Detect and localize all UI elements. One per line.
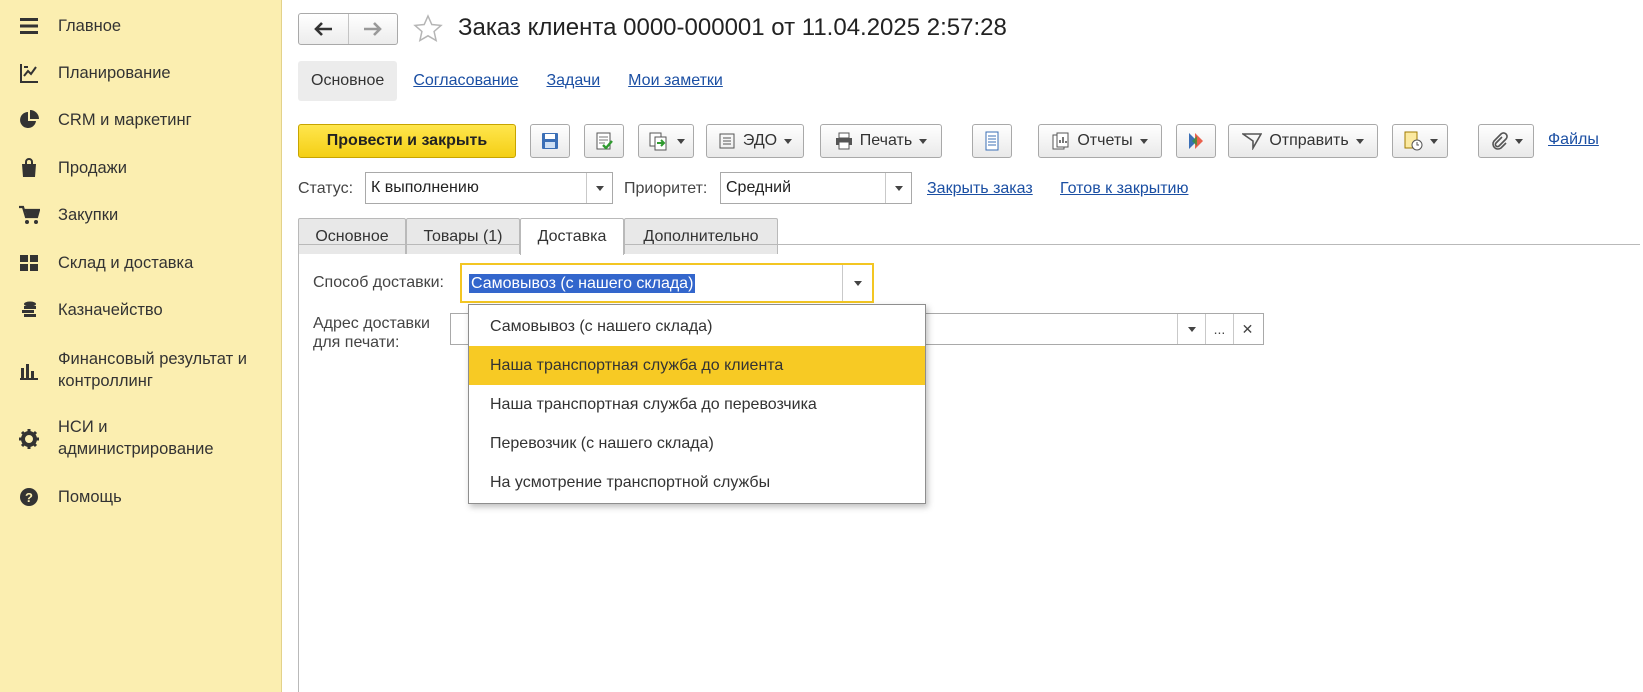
- delivery-method-value[interactable]: Самовывоз (с нашего склада): [469, 274, 696, 293]
- sidebar-item-label: Помощь: [58, 488, 122, 506]
- sidebar-item-label: НСИ и администрирование: [58, 418, 214, 458]
- history-nav: [298, 13, 398, 45]
- sidebar-item-warehouse[interactable]: Склад и доставка: [0, 251, 282, 275]
- sidebar-item-label: Главное: [58, 17, 122, 35]
- sidebar-item-main[interactable]: Главное: [0, 14, 282, 38]
- dropdown-arrow-icon[interactable]: [1177, 314, 1205, 344]
- favorite-star-icon[interactable]: [412, 13, 444, 50]
- chevron-down-icon: [1355, 138, 1364, 144]
- tab-tasks[interactable]: Задачи: [546, 72, 600, 90]
- planning-icon: [18, 62, 40, 84]
- tab-my-notes[interactable]: Мои заметки: [628, 72, 723, 90]
- delivery-method-label: Способ доставки:: [313, 274, 444, 291]
- arrow-left-icon: [314, 22, 333, 36]
- dropdown-option[interactable]: Самовывоз (с нашего склада): [469, 307, 925, 346]
- share-arrows-icon: [1189, 133, 1203, 149]
- pie-chart-icon: [18, 109, 40, 131]
- clear-icon[interactable]: ✕: [1233, 314, 1261, 344]
- priority-select[interactable]: Средний: [720, 172, 912, 204]
- dropdown-option[interactable]: На усмотрение транспортной службы: [469, 463, 925, 502]
- dropdown-option-highlighted[interactable]: Наша транспортная служба до клиента: [469, 346, 925, 385]
- paperclip-icon: [1491, 132, 1508, 150]
- warehouse-icon: [18, 252, 40, 274]
- sidebar-item-financial-result[interactable]: Финансовый результат и контроллинг: [0, 348, 282, 394]
- dropdown-arrow-icon[interactable]: [885, 173, 911, 203]
- status-label: Статус:: [298, 180, 354, 197]
- chevron-down-icon: [919, 138, 928, 144]
- chevron-down-icon: [784, 138, 793, 144]
- delivery-method-dropdown: Самовывоз (с нашего склада) Наша транспо…: [468, 304, 926, 504]
- attachments-menu-button[interactable]: [1392, 124, 1448, 158]
- document-list-icon: [985, 131, 999, 151]
- tab-approval[interactable]: Согласование: [413, 72, 518, 90]
- reports-icon: [1052, 132, 1069, 150]
- page-tabs: Основное Согласование Задачи Мои заметки: [298, 60, 751, 102]
- save-button[interactable]: [530, 124, 570, 158]
- svg-text:?: ?: [25, 490, 33, 505]
- sidebar-item-admin[interactable]: НСИ и администрирование: [0, 416, 282, 462]
- sidebar: Главное Планирование CRM и маркетинг Про…: [0, 0, 282, 692]
- post-document-icon: [596, 132, 613, 150]
- status-select[interactable]: К выполнению: [365, 172, 613, 204]
- help-icon: ?: [18, 486, 40, 508]
- page-title: Заказ клиента 0000-000001 от 11.04.2025 …: [458, 14, 1007, 41]
- sidebar-item-label: Закупки: [58, 206, 119, 224]
- coins-icon: [18, 299, 40, 321]
- form-tab-delivery[interactable]: Доставка: [520, 218, 624, 255]
- chevron-down-icon: [1429, 138, 1438, 144]
- attach-file-button[interactable]: [1478, 124, 1534, 158]
- dropdown-option[interactable]: Наша транспортная служба до перевозчика: [469, 385, 925, 424]
- menu-icon: [18, 15, 40, 37]
- cart-icon: [18, 204, 40, 226]
- print-button[interactable]: Печать: [820, 124, 942, 158]
- sidebar-item-planning[interactable]: Планирование: [0, 61, 282, 85]
- bitrix-button[interactable]: [1176, 124, 1216, 158]
- sidebar-item-label: Казначейство: [58, 301, 163, 319]
- sidebar-item-purchases[interactable]: Закупки: [0, 203, 282, 227]
- sidebar-item-label: Финансовый результат и контроллинг: [58, 350, 247, 390]
- delivery-method-select[interactable]: Самовывоз (с нашего склада): [460, 263, 874, 303]
- sidebar-item-help[interactable]: ? Помощь: [0, 485, 282, 509]
- printer-icon: [835, 132, 852, 150]
- sidebar-item-label: Планирование: [58, 64, 171, 82]
- shopping-bag-icon: [18, 157, 40, 179]
- back-button[interactable]: [299, 14, 348, 44]
- reports-button[interactable]: Отчеты: [1038, 124, 1162, 158]
- sidebar-item-label: CRM и маркетинг: [58, 111, 192, 129]
- files-link[interactable]: Файлы: [1548, 131, 1599, 149]
- edo-icon: [719, 133, 735, 149]
- select-ellipsis-button[interactable]: ...: [1205, 314, 1233, 344]
- document-clock-icon: [1404, 131, 1422, 151]
- post-button[interactable]: [584, 124, 624, 158]
- sidebar-item-label: Склад и доставка: [58, 254, 194, 272]
- sidebar-item-treasury[interactable]: Казначейство: [0, 298, 282, 322]
- floppy-disk-icon: [542, 133, 558, 149]
- arrow-right-icon: [363, 22, 382, 36]
- dropdown-arrow-icon[interactable]: [586, 173, 612, 203]
- post-and-close-button[interactable]: Провести и закрыть: [298, 124, 516, 158]
- tab-main[interactable]: Основное: [298, 61, 398, 101]
- close-order-link[interactable]: Закрыть заказ: [927, 180, 1033, 198]
- send-icon: [1242, 133, 1263, 150]
- forward-button[interactable]: [347, 14, 398, 44]
- sidebar-item-crm[interactable]: CRM и маркетинг: [0, 108, 282, 132]
- sidebar-item-label: Продажи: [58, 159, 127, 177]
- dropdown-option[interactable]: Перевозчик (с нашего склада): [469, 424, 925, 463]
- sidebar-item-sales[interactable]: Продажи: [0, 156, 282, 180]
- dropdown-arrow-icon[interactable]: [842, 265, 872, 301]
- chevron-down-icon: [1139, 138, 1148, 144]
- chevron-down-icon: [676, 138, 685, 144]
- bar-chart-icon: [18, 360, 40, 382]
- gear-icon: [18, 428, 40, 450]
- create-based-on-button[interactable]: [638, 124, 694, 158]
- document-structure-button[interactable]: [972, 124, 1012, 158]
- priority-label: Приоритет:: [624, 180, 708, 197]
- delivery-address-label: Адрес доставки для печати:: [313, 315, 430, 351]
- edo-button[interactable]: ЭДО: [706, 124, 804, 158]
- create-based-on-icon: [649, 132, 666, 151]
- send-button[interactable]: Отправить: [1228, 124, 1378, 158]
- ready-to-close-link[interactable]: Готов к закрытию: [1060, 180, 1188, 198]
- chevron-down-icon: [1514, 138, 1523, 144]
